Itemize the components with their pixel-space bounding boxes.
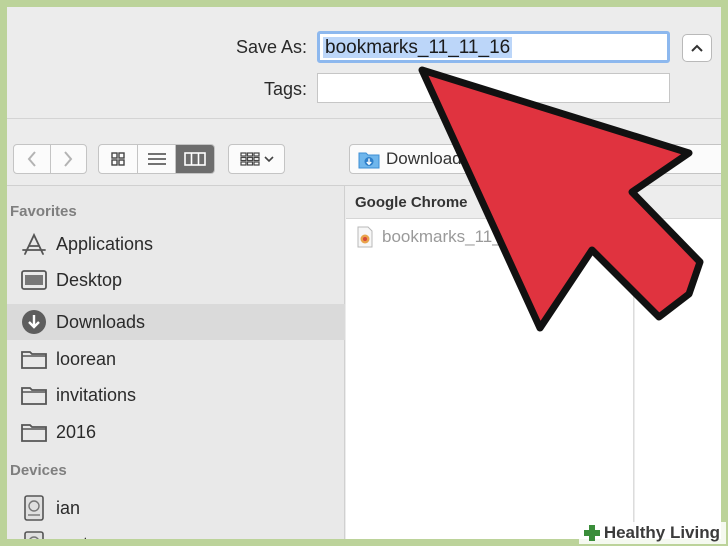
downloads-icon [21,309,47,335]
sidebar-item-label: Downloads [56,311,146,332]
sidebar-item-desktop[interactable]: Desktop [7,262,345,298]
browser-column [635,186,721,539]
file-name: bookmarks_11_11_16 [382,227,548,246]
folder-icon [21,346,47,372]
expand-dialog-button[interactable] [682,34,712,62]
sidebar-item-invitations[interactable]: invitations [7,377,345,413]
watermark: Healthy Living [578,522,726,544]
sidebar-item-label: ian [56,497,81,518]
file-row[interactable]: bookmarks_11_11_16 [356,226,548,248]
chevron-right-icon [64,151,73,167]
arrange-grid-icon [239,152,260,166]
icon-view-icon [111,152,125,166]
browser-column: Google Chrome bookmarks_11_11_16 [346,186,634,539]
sidebar-item-label: system [56,534,113,540]
sidebar-item-ian[interactable]: ian [7,490,345,526]
save-dialog: Save As: bookmarks_11_11_16 Tags: Downlo… [7,7,721,539]
divider [7,118,721,119]
column-header [635,186,721,219]
sidebar-item-downloads[interactable]: Downloads [7,304,345,340]
forward-button[interactable] [49,145,86,173]
sidebar-item-2016[interactable]: 2016 [7,414,345,450]
save-as-input[interactable]: bookmarks_11_11_16 [317,31,670,63]
column-view-icon [184,152,206,166]
desktop-icon [21,267,47,293]
chevron-up-icon [691,44,703,52]
html-file-icon [357,226,373,248]
location-label: Downloads [386,149,471,168]
sidebar-item-label: Applications [56,233,154,254]
tags-input[interactable] [317,73,670,103]
sidebar-item-label: 2016 [56,421,97,442]
save-as-value: bookmarks_11_11_16 [323,37,513,58]
sidebar-item-label: loorean [56,348,117,369]
column-header: Google Chrome [346,186,633,219]
folder-icon [21,382,47,408]
sidebar: Favorites Applications Desktop Downloads… [7,186,345,539]
icon-view-button[interactable] [99,145,137,173]
applications-icon [21,231,47,257]
list-view-button[interactable] [136,145,176,173]
sidebar-item-loorean[interactable]: loorean [7,341,345,377]
healthy-living-cross-icon [583,525,600,541]
chevron-left-icon [27,151,36,167]
column-title: Google Chrome [355,193,468,211]
favorites-heading: Favorites [10,203,77,220]
list-view-icon [147,153,166,165]
downloads-folder-icon [358,152,380,169]
sidebar-item-applications[interactable]: Applications [7,226,345,262]
arrange-button[interactable] [228,144,285,174]
location-popup[interactable]: Downloads [349,144,721,174]
disk-icon [21,531,47,539]
view-mode-group [98,144,215,174]
folder-icon [21,419,47,445]
save-as-label: Save As: [235,37,307,57]
disk-icon [21,495,47,521]
sidebar-item-label: Desktop [56,269,123,290]
navigation-buttons [13,144,87,174]
sidebar-item-label: invitations [56,384,137,405]
chevron-down-icon [263,156,274,163]
tags-label: Tags: [263,79,307,99]
sidebar-item-system[interactable]: system [7,526,345,539]
column-view-button[interactable] [175,145,214,173]
devices-heading: Devices [10,462,67,479]
back-button[interactable] [14,145,50,173]
watermark-text: Healthy Living [603,523,720,542]
